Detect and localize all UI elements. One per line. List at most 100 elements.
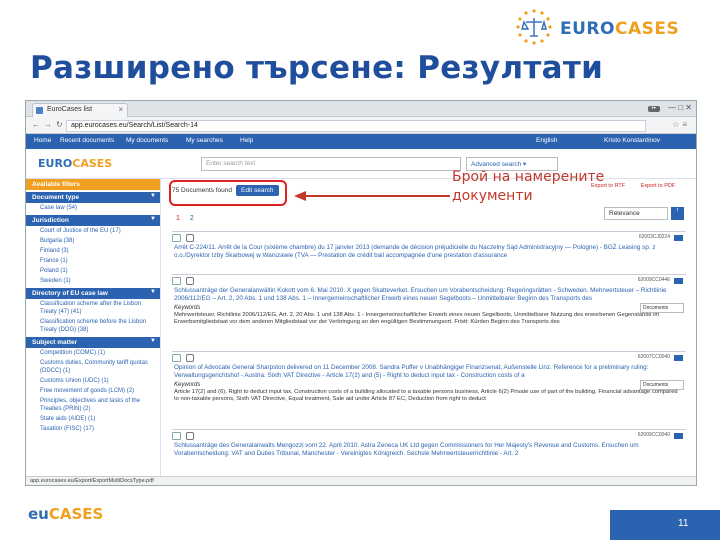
footer-logo: euCASES bbox=[28, 503, 138, 529]
eu-flag-icon bbox=[674, 433, 683, 439]
keywords-label: Keywords bbox=[174, 305, 201, 311]
document-number: 62003CJ0224 bbox=[638, 234, 670, 240]
eu-flag-icon bbox=[674, 355, 683, 361]
eu-flag-icon bbox=[674, 235, 683, 241]
documents-select[interactable]: Documents bbox=[640, 303, 684, 313]
result-title-link[interactable]: Schlussanträge des Generalanwalts Mengoz… bbox=[172, 442, 686, 458]
filter-item[interactable]: Sweden (1) bbox=[26, 276, 160, 286]
filter-section-document-type[interactable]: Document type ▼ bbox=[26, 192, 160, 203]
filter-section-title: Subject matter bbox=[32, 339, 78, 346]
result-title-link[interactable]: Opinion of Advocate General Sharpston de… bbox=[172, 364, 686, 380]
filter-item[interactable]: Competition (COMC) (1) bbox=[26, 348, 160, 358]
sort-direction-button[interactable]: ↑ bbox=[671, 207, 684, 220]
chevron-down-icon: ▼ bbox=[150, 289, 156, 295]
annotation-text: Брой на намерените документи bbox=[452, 168, 604, 206]
footer-logo-eu: eu bbox=[28, 505, 49, 523]
keywords-label: Keywords bbox=[174, 382, 201, 388]
browser-menu-icon[interactable]: ☆≡ bbox=[672, 120, 690, 129]
result-snippet: Mehrwertsteuer, Richtlinie 2006/112/EG, … bbox=[174, 312, 660, 325]
eu-flag-icon bbox=[674, 278, 683, 284]
filter-section-directory[interactable]: Directory of EU case law ▼ bbox=[26, 288, 160, 299]
close-window-icon[interactable]: ✕ bbox=[685, 103, 692, 112]
filter-item[interactable]: Poland (1) bbox=[26, 266, 160, 276]
result-item: 62009CC0040 Schlussanträge des Generalan… bbox=[172, 429, 686, 458]
app-navbar: Home Recent documents My documents My se… bbox=[26, 134, 696, 149]
select-checkbox[interactable] bbox=[186, 432, 194, 440]
app-logo-euro: EURO bbox=[38, 157, 73, 170]
result-title-link[interactable]: Arrêt C-224/11. Arrêt de la Cour (sixièm… bbox=[172, 244, 686, 260]
documents-select[interactable]: Documents bbox=[640, 380, 684, 390]
export-links: Export to RTF Export to PDF bbox=[591, 183, 689, 189]
page-number: 11 bbox=[610, 510, 720, 540]
url-field[interactable]: app.eurocases.eu/Search/List/Search-14 bbox=[66, 120, 646, 132]
tab-close-icon[interactable]: × bbox=[118, 105, 123, 114]
nav-home[interactable]: Home bbox=[34, 137, 51, 144]
filter-item[interactable]: Finland (3) bbox=[26, 246, 160, 256]
nav-help[interactable]: Help bbox=[240, 137, 253, 144]
filter-item[interactable]: Free movement of goods (LCM) (2) bbox=[26, 386, 160, 396]
result-snippet: Article 17(2) and (6), Right to deduct i… bbox=[174, 389, 678, 402]
filter-section-jurisdiction[interactable]: Jurisdiction ▼ bbox=[26, 215, 160, 226]
nav-arrows-icon[interactable]: ←→↻ bbox=[32, 120, 67, 129]
chevron-down-icon: ▼ bbox=[150, 216, 156, 222]
document-icon bbox=[172, 277, 181, 285]
profile-badge[interactable]: •• bbox=[647, 106, 660, 112]
select-checkbox[interactable] bbox=[186, 234, 194, 242]
export-pdf-link[interactable]: Export to PDF bbox=[641, 183, 676, 189]
filter-item[interactable]: Customs Union (UDC) (1) bbox=[26, 376, 160, 386]
document-number: 62009CC0040 bbox=[637, 432, 670, 438]
annotation-line: Брой на намерените bbox=[452, 169, 605, 185]
result-title-link[interactable]: Schlussanträge der Generalanwältin Kokot… bbox=[172, 287, 686, 303]
filter-item[interactable]: Case law (54) bbox=[26, 203, 160, 213]
select-checkbox[interactable] bbox=[186, 277, 194, 285]
eurocases-logo: EUROCASES bbox=[512, 8, 702, 46]
filter-item[interactable]: Taxation (FISC) (17) bbox=[26, 424, 160, 434]
logo-text-cases: CASES bbox=[614, 19, 680, 39]
page-link[interactable]: 1 bbox=[176, 215, 180, 222]
filter-item[interactable]: Customs duties, Community tariff quotas … bbox=[26, 358, 160, 376]
filter-item[interactable]: State aids (AIDE) (1) bbox=[26, 414, 160, 424]
nav-recent-documents[interactable]: Recent documents bbox=[60, 137, 114, 144]
filters-header: Available filters bbox=[26, 179, 160, 190]
browser-window: EuroCases list × •• — □ ✕ ←→↻ app.euroca… bbox=[25, 100, 697, 486]
filter-section-title: Document type bbox=[32, 194, 79, 201]
page-link[interactable]: 2 bbox=[190, 215, 194, 222]
filter-item[interactable]: Classification scheme after the Lisbon T… bbox=[26, 299, 160, 317]
chevron-down-icon: ▼ bbox=[150, 193, 156, 199]
filter-item[interactable]: Principles, objectives and tasks of the … bbox=[26, 396, 160, 414]
slide-title: Разширено търсене: Резултати bbox=[30, 50, 604, 86]
keywords-row: Keywords Documents bbox=[172, 303, 686, 313]
footer-logo-cases: CASES bbox=[48, 505, 104, 523]
filter-item[interactable]: Bulgaria (38) bbox=[26, 236, 160, 246]
chevron-down-icon: ▼ bbox=[150, 338, 156, 344]
annotation-line: документи bbox=[452, 188, 533, 204]
document-icon bbox=[172, 432, 181, 440]
app-logo-cases: CASES bbox=[72, 157, 113, 170]
filters-sidebar: Available filters Document type ▼ Case la… bbox=[26, 179, 161, 485]
nav-my-documents[interactable]: My documents bbox=[126, 137, 168, 144]
result-item: 62003CJ0224 Arrêt C-224/11. Arrêt de la … bbox=[172, 231, 686, 260]
user-menu[interactable]: Kristo Konstantinov bbox=[604, 137, 660, 144]
annotation-arrow-icon bbox=[294, 191, 450, 201]
results-panel: Export to RTF Export to PDF 75 Documents… bbox=[166, 179, 696, 485]
result-item: 62009CC0446 Schlussanträge der Generalan… bbox=[172, 274, 686, 327]
search-input[interactable]: Enter search text bbox=[201, 157, 461, 171]
filter-item[interactable]: France (1) bbox=[26, 256, 160, 266]
app-logo[interactable]: EUROCASES bbox=[38, 157, 112, 170]
pagination: 1 2 bbox=[176, 215, 202, 222]
favicon-icon bbox=[36, 107, 43, 114]
filter-section-subject-matter[interactable]: Subject matter ▼ bbox=[26, 337, 160, 348]
document-number: 62009CC0446 bbox=[637, 277, 670, 283]
filter-section-title: Directory of EU case law bbox=[32, 290, 108, 297]
select-checkbox[interactable] bbox=[186, 354, 194, 362]
filter-item[interactable]: Classification scheme before the Lisbon … bbox=[26, 317, 160, 335]
sort-select[interactable]: Relevance bbox=[604, 207, 668, 220]
nav-my-searches[interactable]: My searches bbox=[186, 137, 223, 144]
keywords-row: Keywords Documents bbox=[172, 380, 686, 390]
browser-tab[interactable]: EuroCases list × bbox=[32, 103, 128, 117]
minimize-icon[interactable]: — bbox=[668, 103, 676, 112]
filter-item[interactable]: Court of Justice of the EU (17) bbox=[26, 226, 160, 236]
maximize-icon[interactable]: □ bbox=[678, 103, 683, 112]
language-select[interactable]: English bbox=[536, 137, 557, 144]
browser-tabbar: EuroCases list × •• — □ ✕ bbox=[26, 101, 696, 117]
